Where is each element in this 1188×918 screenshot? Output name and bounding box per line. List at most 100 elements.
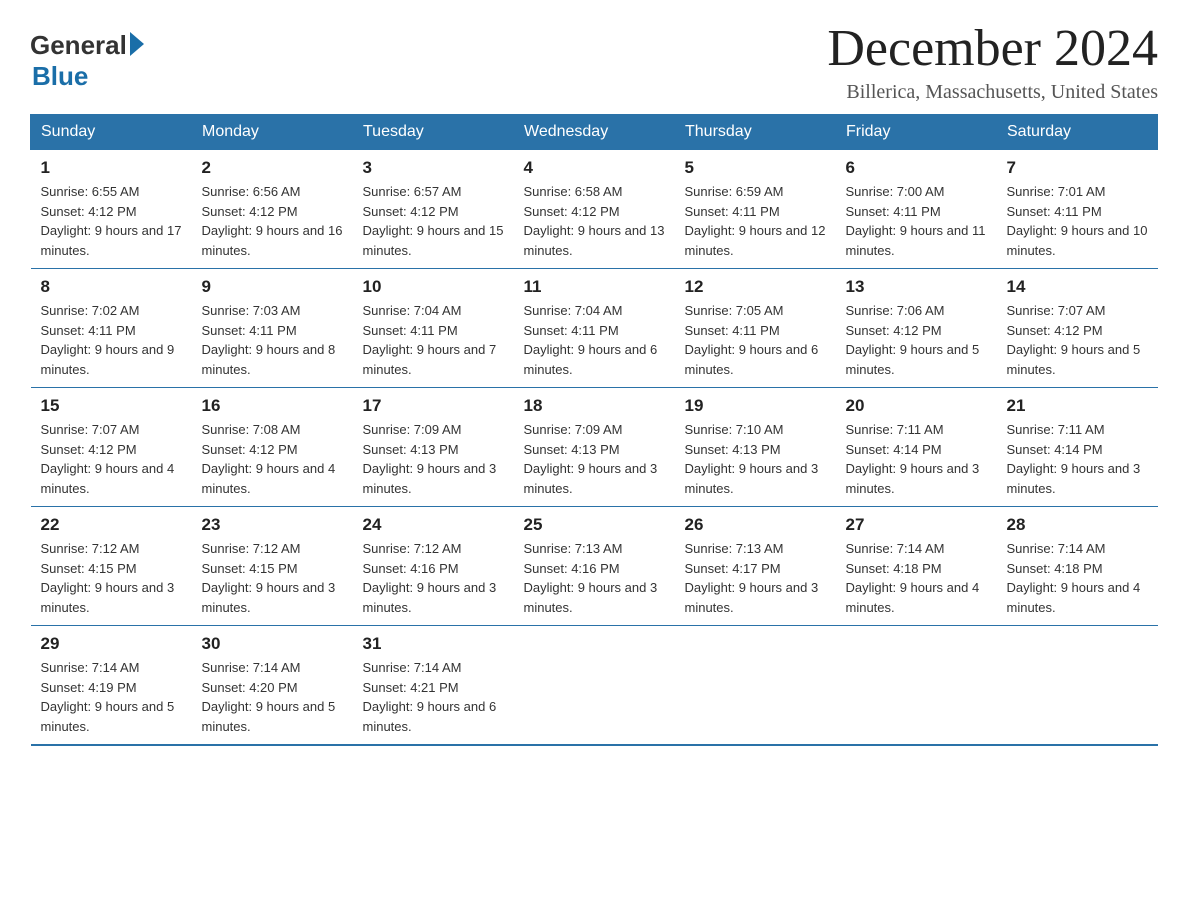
day-info: Sunrise: 7:11 AMSunset: 4:14 PMDaylight:… [846, 420, 987, 498]
day-number: 10 [363, 277, 504, 297]
day-info: Sunrise: 7:14 AMSunset: 4:19 PMDaylight:… [41, 658, 182, 736]
calendar-cell: 18 Sunrise: 7:09 AMSunset: 4:13 PMDayligh… [514, 388, 675, 507]
week-row-1: 1Sunrise: 6:55 AMSunset: 4:12 PMDaylight… [31, 150, 1158, 269]
day-info: Sunrise: 7:09 AMSunset: 4:13 PMDaylight:… [524, 420, 665, 498]
calendar-cell: 30Sunrise: 7:14 AMSunset: 4:20 PMDayligh… [192, 626, 353, 746]
day-info: Sunrise: 7:11 AMSunset: 4:14 PMDaylight:… [1007, 420, 1148, 498]
calendar-cell: 20 Sunrise: 7:11 AMSunset: 4:14 PMDayligh… [836, 388, 997, 507]
calendar-cell: 17 Sunrise: 7:09 AMSunset: 4:13 PMDayligh… [353, 388, 514, 507]
weekday-thursday: Thursday [675, 115, 836, 150]
logo-arrow-icon [130, 32, 144, 56]
day-number: 19 [685, 396, 826, 416]
day-info: Sunrise: 7:12 AMSunset: 4:15 PMDaylight:… [202, 539, 343, 617]
logo: General Blue [30, 30, 144, 92]
day-number: 29 [41, 634, 182, 654]
day-number: 16 [202, 396, 343, 416]
calendar-cell: 8 Sunrise: 7:02 AMSunset: 4:11 PMDaylight… [31, 269, 192, 388]
day-number: 24 [363, 515, 504, 535]
calendar-cell: 10 Sunrise: 7:04 AMSunset: 4:11 PMDayligh… [353, 269, 514, 388]
day-number: 18 [524, 396, 665, 416]
day-number: 2 [202, 158, 343, 178]
day-info: Sunrise: 7:13 AMSunset: 4:17 PMDaylight:… [685, 539, 826, 617]
title-block: December 2024 Billerica, Massachusetts, … [827, 20, 1158, 104]
calendar-cell: 4 Sunrise: 6:58 AMSunset: 4:12 PMDaylight… [514, 150, 675, 269]
day-number: 17 [363, 396, 504, 416]
calendar-cell: 5 Sunrise: 6:59 AMSunset: 4:11 PMDaylight… [675, 150, 836, 269]
week-row-4: 22 Sunrise: 7:12 AMSunset: 4:15 PMDayligh… [31, 507, 1158, 626]
calendar-cell: 6Sunrise: 7:00 AMSunset: 4:11 PMDaylight… [836, 150, 997, 269]
day-number: 23 [202, 515, 343, 535]
day-info: Sunrise: 7:08 AMSunset: 4:12 PMDaylight:… [202, 420, 343, 498]
day-number: 11 [524, 277, 665, 297]
day-number: 8 [41, 277, 182, 297]
calendar-cell: 12Sunrise: 7:05 AMSunset: 4:11 PMDayligh… [675, 269, 836, 388]
day-info: Sunrise: 6:59 AMSunset: 4:11 PMDaylight:… [685, 182, 826, 260]
day-info: Sunrise: 7:01 AMSunset: 4:11 PMDaylight:… [1007, 182, 1148, 260]
day-info: Sunrise: 6:58 AMSunset: 4:12 PMDaylight:… [524, 182, 665, 260]
day-info: Sunrise: 7:04 AMSunset: 4:11 PMDaylight:… [524, 301, 665, 379]
day-number: 21 [1007, 396, 1148, 416]
calendar-cell: 14 Sunrise: 7:07 AMSunset: 4:12 PMDayligh… [997, 269, 1158, 388]
day-number: 31 [363, 634, 504, 654]
calendar-cell: 19 Sunrise: 7:10 AMSunset: 4:13 PMDayligh… [675, 388, 836, 507]
weekday-wednesday: Wednesday [514, 115, 675, 150]
day-info: Sunrise: 7:12 AMSunset: 4:15 PMDaylight:… [41, 539, 182, 617]
calendar-cell: 26Sunrise: 7:13 AMSunset: 4:17 PMDayligh… [675, 507, 836, 626]
week-row-2: 8 Sunrise: 7:02 AMSunset: 4:11 PMDaylight… [31, 269, 1158, 388]
week-row-3: 15Sunrise: 7:07 AMSunset: 4:12 PMDayligh… [31, 388, 1158, 507]
logo-blue-text: Blue [32, 61, 88, 92]
day-number: 5 [685, 158, 826, 178]
calendar-cell [675, 626, 836, 746]
calendar-cell [997, 626, 1158, 746]
day-number: 12 [685, 277, 826, 297]
calendar-cell: 16 Sunrise: 7:08 AMSunset: 4:12 PMDayligh… [192, 388, 353, 507]
calendar-cell: 21 Sunrise: 7:11 AMSunset: 4:14 PMDayligh… [997, 388, 1158, 507]
calendar-cell: 25 Sunrise: 7:13 AMSunset: 4:16 PMDayligh… [514, 507, 675, 626]
week-row-5: 29 Sunrise: 7:14 AMSunset: 4:19 PMDayligh… [31, 626, 1158, 746]
day-number: 13 [846, 277, 987, 297]
day-info: Sunrise: 7:14 AMSunset: 4:18 PMDaylight:… [846, 539, 987, 617]
calendar-cell: 28Sunrise: 7:14 AMSunset: 4:18 PMDayligh… [997, 507, 1158, 626]
day-number: 28 [1007, 515, 1148, 535]
day-info: Sunrise: 7:12 AMSunset: 4:16 PMDaylight:… [363, 539, 504, 617]
day-number: 4 [524, 158, 665, 178]
day-number: 20 [846, 396, 987, 416]
day-info: Sunrise: 7:13 AMSunset: 4:16 PMDaylight:… [524, 539, 665, 617]
day-number: 22 [41, 515, 182, 535]
day-info: Sunrise: 7:04 AMSunset: 4:11 PMDaylight:… [363, 301, 504, 379]
day-info: Sunrise: 7:03 AMSunset: 4:11 PMDaylight:… [202, 301, 343, 379]
day-number: 3 [363, 158, 504, 178]
calendar-cell: 3 Sunrise: 6:57 AMSunset: 4:12 PMDaylight… [353, 150, 514, 269]
weekday-saturday: Saturday [997, 115, 1158, 150]
weekday-header-row: SundayMondayTuesdayWednesdayThursdayFrid… [31, 115, 1158, 150]
day-number: 25 [524, 515, 665, 535]
calendar-cell: 13 Sunrise: 7:06 AMSunset: 4:12 PMDayligh… [836, 269, 997, 388]
calendar-cell: 1Sunrise: 6:55 AMSunset: 4:12 PMDaylight… [31, 150, 192, 269]
day-number: 6 [846, 158, 987, 178]
calendar-cell: 7 Sunrise: 7:01 AMSunset: 4:11 PMDaylight… [997, 150, 1158, 269]
page-header: General Blue December 2024 Billerica, Ma… [30, 20, 1158, 104]
day-info: Sunrise: 6:56 AMSunset: 4:12 PMDaylight:… [202, 182, 343, 260]
calendar-cell: 24 Sunrise: 7:12 AMSunset: 4:16 PMDayligh… [353, 507, 514, 626]
day-info: Sunrise: 6:55 AMSunset: 4:12 PMDaylight:… [41, 182, 182, 260]
day-info: Sunrise: 7:09 AMSunset: 4:13 PMDaylight:… [363, 420, 504, 498]
day-number: 14 [1007, 277, 1148, 297]
calendar-cell: 29 Sunrise: 7:14 AMSunset: 4:19 PMDayligh… [31, 626, 192, 746]
calendar-cell [514, 626, 675, 746]
day-info: Sunrise: 7:06 AMSunset: 4:12 PMDaylight:… [846, 301, 987, 379]
weekday-friday: Friday [836, 115, 997, 150]
weekday-monday: Monday [192, 115, 353, 150]
weekday-tuesday: Tuesday [353, 115, 514, 150]
day-number: 7 [1007, 158, 1148, 178]
day-info: Sunrise: 6:57 AMSunset: 4:12 PMDaylight:… [363, 182, 504, 260]
day-info: Sunrise: 7:14 AMSunset: 4:21 PMDaylight:… [363, 658, 504, 736]
day-info: Sunrise: 7:10 AMSunset: 4:13 PMDaylight:… [685, 420, 826, 498]
calendar-cell: 27Sunrise: 7:14 AMSunset: 4:18 PMDayligh… [836, 507, 997, 626]
day-info: Sunrise: 7:07 AMSunset: 4:12 PMDaylight:… [1007, 301, 1148, 379]
day-info: Sunrise: 7:02 AMSunset: 4:11 PMDaylight:… [41, 301, 182, 379]
calendar-cell: 15Sunrise: 7:07 AMSunset: 4:12 PMDayligh… [31, 388, 192, 507]
calendar-header: SundayMondayTuesdayWednesdayThursdayFrid… [31, 115, 1158, 150]
day-info: Sunrise: 7:07 AMSunset: 4:12 PMDaylight:… [41, 420, 182, 498]
calendar-cell: 22 Sunrise: 7:12 AMSunset: 4:15 PMDayligh… [31, 507, 192, 626]
calendar-cell: 31 Sunrise: 7:14 AMSunset: 4:21 PMDayligh… [353, 626, 514, 746]
